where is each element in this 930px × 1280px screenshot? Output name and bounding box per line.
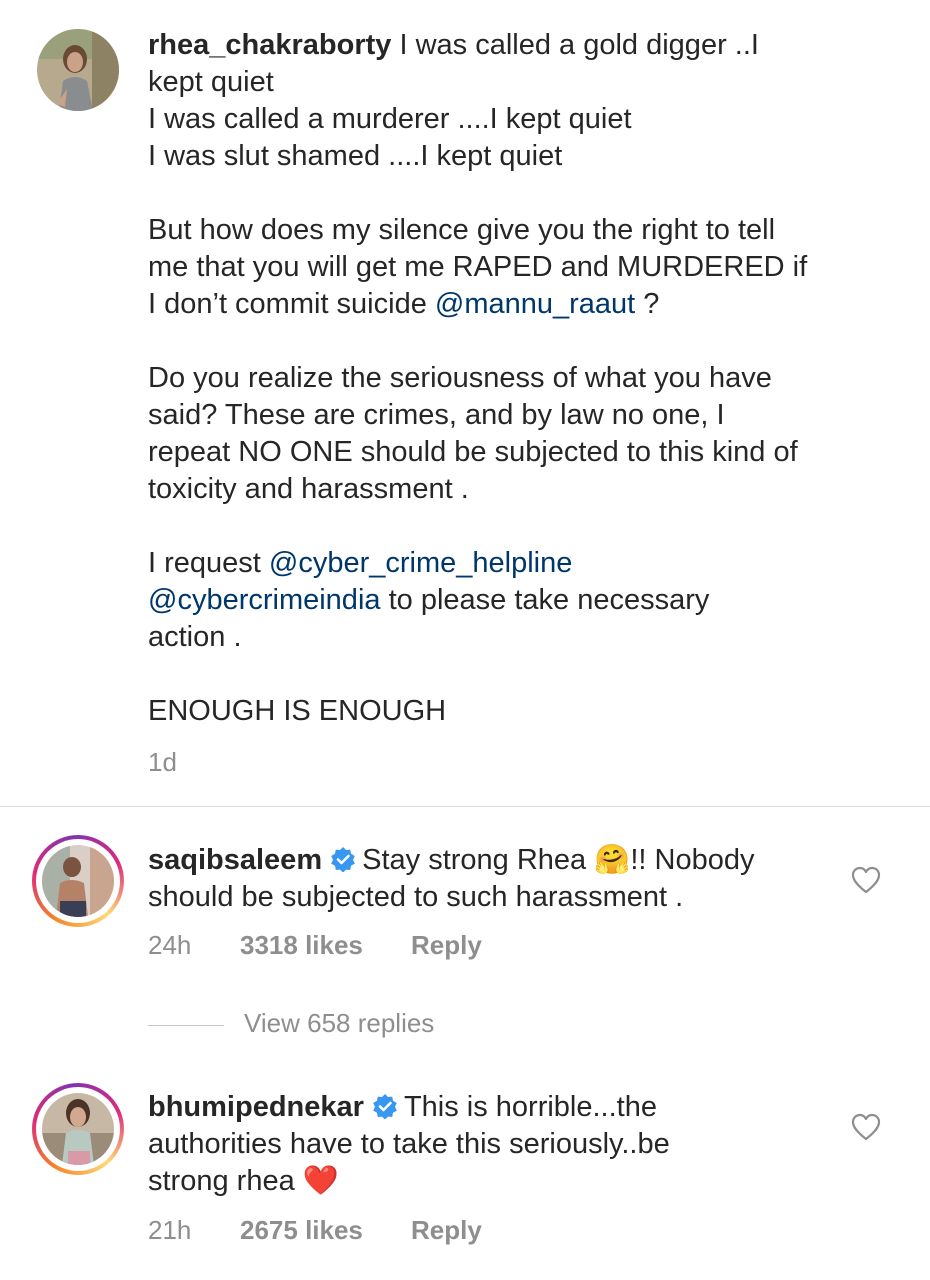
comment-text: I request [148,547,261,579]
comment-text: said? These are crimes, and by law no on… [148,399,725,431]
comment-text: me that you will get me RAPED and MURDER… [148,251,808,283]
reply-button[interactable]: Reply [411,930,482,961]
comment-text: kept quiet [148,66,274,98]
comment-text: I was called a gold digger ..I [399,29,759,61]
comment-text: I was called a murderer ....I kept quiet [148,103,632,135]
mention-cybercrimeindia[interactable]: @cybercrimeindia [148,584,381,616]
comment-text: Stay strong Rhea [362,844,587,876]
red-heart-emoji: ❤️ [302,1165,339,1197]
like-heart-icon[interactable] [851,1113,881,1141]
comment-meta-rhea: 1d [148,747,177,778]
divider [0,806,930,807]
comment-text: authorities have to take this seriously.… [148,1128,670,1160]
comment-text: !! Nobody [630,844,755,876]
likes-count[interactable]: 3318 likes [240,930,411,961]
avatar-saqibsaleem[interactable] [42,845,114,917]
view-replies-label: View 658 replies [244,1008,435,1038]
username-bhumipednekar[interactable]: bhumipednekar [148,1091,364,1123]
verified-badge-icon [373,1094,397,1119]
timestamp: 24h [148,930,192,960]
mention-mannu-raaut[interactable]: @mannu_raaut [435,288,635,320]
comment-text: to please take necessary [388,584,710,616]
likes-count[interactable]: 2675 likes [240,1215,411,1246]
comment-text: action . [148,621,242,653]
comment-text: This is horrible...the [403,1091,657,1123]
comment-text: ? [635,288,660,320]
username-saqibsaleem[interactable]: saqibsaleem [148,844,322,876]
comment-text: should be subjected to such harassment . [148,881,684,913]
reply-button[interactable]: Reply [411,1215,482,1246]
comment-text: I was slut shamed ....I kept quiet [148,140,563,172]
mention-cyber-crime-helpline[interactable]: @cyber_crime_helpline [269,547,572,579]
like-heart-icon[interactable] [851,866,881,894]
timestamp: 21h [148,1215,192,1245]
timestamp: 1d [148,747,177,777]
comment-text: But how does my silence give you the rig… [148,214,776,246]
comment-text: I don’t commit suicide [148,288,427,320]
comment-body-saqibsaleem: saqibsaleem Stay strong Rhea 🤗!! Nobody s… [148,842,755,916]
comment-text: ENOUGH IS ENOUGH [148,695,447,727]
comment-body-bhumipednekar: bhumipednekar This is horrible...the auth… [148,1089,670,1200]
avatar-bhumipednekar[interactable] [42,1093,114,1165]
comment-body-rhea: rhea_chakraborty I was called a gold dig… [148,27,807,730]
username-rhea[interactable]: rhea_chakraborty [148,29,391,61]
verified-badge-icon [331,847,355,872]
comment-text: strong rhea [148,1165,295,1197]
avatar-rhea[interactable] [37,29,119,111]
comment-meta-bhumipednekar: 21h 2675 likes Reply [148,1215,482,1246]
divider-dash [148,1024,224,1026]
comment-text: Do you realize the seriousness of what y… [148,362,772,394]
comment-text: toxicity and harassment . [148,473,469,505]
comment-text: repeat NO ONE should be subjected to thi… [148,436,798,468]
hugging-emoji: 🤗 [594,844,631,876]
comment-meta-saqibsaleem: 24h 3318 likes Reply [148,930,482,961]
view-replies-button[interactable]: View 658 replies [148,1008,434,1039]
